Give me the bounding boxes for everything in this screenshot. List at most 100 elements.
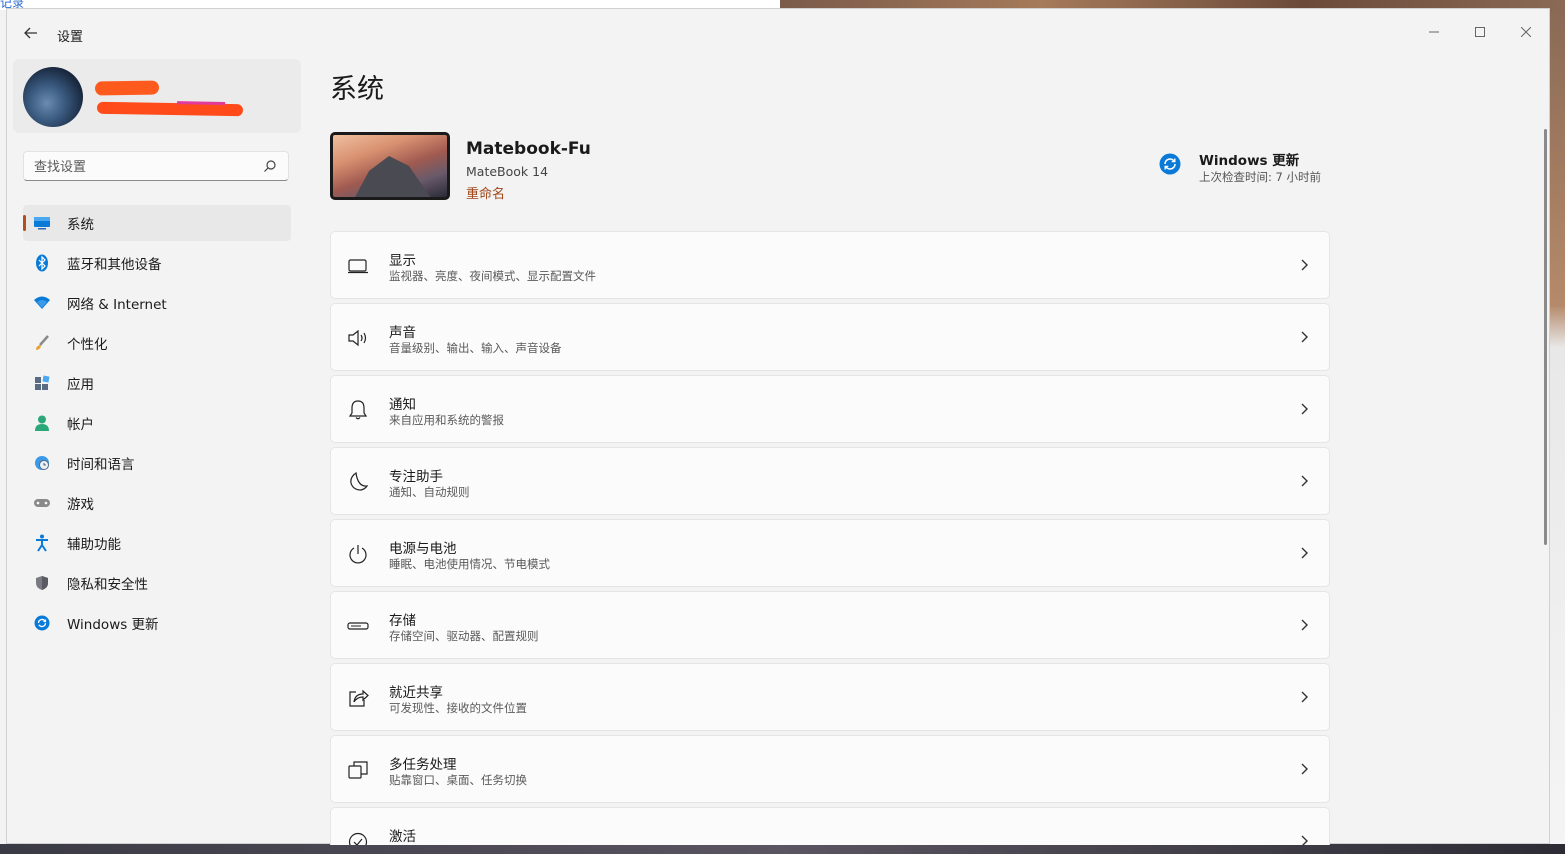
sidebar-item-windows-update[interactable]: Windows 更新: [23, 605, 291, 641]
card-activation[interactable]: 激活: [330, 807, 1330, 845]
card-multitasking[interactable]: 多任务处理 贴靠窗口、桌面、任务切换: [330, 735, 1330, 803]
device-model: MateBook 14: [466, 164, 549, 179]
avatar[interactable]: [23, 67, 83, 127]
chevron-right-icon: [1299, 690, 1309, 704]
bluetooth-icon: [33, 254, 51, 272]
maximize-icon: [1475, 27, 1485, 37]
title-bar[interactable]: 设置: [7, 9, 1549, 57]
card-subtitle: 音量级别、输出、输入、声音设备: [389, 341, 562, 355]
chevron-right-icon: [1299, 330, 1309, 344]
sidebar-item-apps[interactable]: 应用: [23, 365, 291, 401]
user-profile-card[interactable]: [13, 59, 301, 133]
card-notifications[interactable]: 通知 来自应用和系统的警报: [330, 375, 1330, 443]
shield-icon: [33, 574, 51, 592]
sidebar-item-accounts[interactable]: 帐户: [23, 405, 291, 441]
redacted-user-email: [96, 101, 244, 117]
windows-update-title: Windows 更新: [1199, 153, 1300, 169]
storage-icon: [347, 616, 369, 636]
globe-clock-icon: [33, 454, 51, 472]
share-icon: [347, 688, 369, 708]
card-focus-assist[interactable]: 专注助手 通知、自动规则: [330, 447, 1330, 515]
search-input[interactable]: [24, 152, 266, 182]
sidebar-item-gaming[interactable]: 游戏: [23, 485, 291, 521]
wifi-icon: [33, 294, 51, 312]
sidebar-item-label: 隐私和安全性: [67, 577, 148, 593]
card-storage[interactable]: 存储 存储空间、驱动器、配置规则: [330, 591, 1330, 659]
minimize-button[interactable]: [1411, 17, 1457, 47]
bell-icon: [347, 400, 369, 420]
chevron-right-icon: [1299, 546, 1309, 560]
card-title: 专注助手: [389, 469, 443, 485]
check-circle-icon: [347, 832, 369, 845]
app-title: 设置: [57, 30, 84, 45]
card-title: 显示: [389, 253, 416, 269]
sidebar-item-personalization[interactable]: 个性化: [23, 325, 291, 361]
vertical-scrollbar[interactable]: [1544, 129, 1547, 545]
chevron-right-icon: [1299, 834, 1309, 845]
accessibility-icon: [33, 534, 51, 552]
chevron-right-icon: [1299, 402, 1309, 416]
redacted-user-name: [94, 80, 160, 96]
brush-icon: [33, 334, 51, 352]
sidebar-item-bluetooth[interactable]: 蓝牙和其他设备: [23, 245, 291, 281]
card-title: 多任务处理: [389, 757, 457, 773]
chevron-right-icon: [1299, 258, 1309, 272]
card-subtitle: 监视器、亮度、夜间模式、显示配置文件: [389, 269, 596, 283]
card-title: 就近共享: [389, 685, 443, 701]
sidebar-item-system[interactable]: 系统: [23, 205, 291, 241]
sidebar-item-label: 个性化: [67, 337, 108, 353]
apps-icon: [33, 374, 51, 392]
sidebar-item-label: Windows 更新: [67, 617, 159, 633]
back-button[interactable]: [21, 23, 41, 43]
background-window-edge-right: [1550, 10, 1565, 854]
card-sound[interactable]: 声音 音量级别、输出、输入、声音设备: [330, 303, 1330, 371]
gamepad-icon: [33, 494, 51, 512]
chevron-right-icon: [1299, 762, 1309, 776]
sidebar-item-label: 蓝牙和其他设备: [67, 257, 162, 273]
card-title: 声音: [389, 325, 416, 341]
sidebar-item-accessibility[interactable]: 辅助功能: [23, 525, 291, 561]
sidebar-nav: 系统 蓝牙和其他设备 网络 & Internet 个性化 应用 帐户 时间和语言…: [23, 205, 291, 645]
chevron-right-icon: [1299, 618, 1309, 632]
card-title: 电源与电池: [389, 541, 457, 557]
card-subtitle: 睡眠、电池使用情况、节电模式: [389, 557, 550, 571]
windows-update-last-checked: 上次检查时间: 7 小时前: [1199, 170, 1322, 184]
search-box[interactable]: [23, 151, 289, 182]
chevron-right-icon: [1299, 474, 1309, 488]
card-power-battery[interactable]: 电源与电池 睡眠、电池使用情况、节电模式: [330, 519, 1330, 587]
sidebar-item-label: 时间和语言: [67, 457, 135, 473]
sidebar-item-network[interactable]: 网络 & Internet: [23, 285, 291, 321]
search-icon[interactable]: [262, 158, 278, 174]
sync-icon: [33, 614, 51, 632]
sidebar-item-label: 网络 & Internet: [67, 297, 167, 313]
display-icon: [33, 214, 51, 232]
rename-link[interactable]: 重命名: [466, 183, 505, 202]
device-wallpaper-thumbnail: [330, 132, 450, 200]
settings-card-list: 显示 监视器、亮度、夜间模式、显示配置文件 声音 音量级别、输出、输入、声音设备…: [330, 231, 1330, 845]
close-button[interactable]: [1503, 17, 1549, 47]
card-title: 激活: [389, 829, 416, 845]
maximize-button[interactable]: [1457, 17, 1503, 47]
close-icon: [1521, 27, 1531, 37]
settings-window: 设置 系统 蓝牙和其他设备: [6, 8, 1550, 845]
desktop-wallpaper-bottom: [0, 844, 1565, 854]
sync-icon: [1159, 153, 1181, 175]
card-display[interactable]: 显示 监视器、亮度、夜间模式、显示配置文件: [330, 231, 1330, 299]
minimize-icon: [1429, 31, 1439, 33]
sidebar-item-label: 游戏: [67, 497, 94, 513]
page-title: 系统: [330, 74, 384, 105]
card-title: 通知: [389, 397, 416, 413]
sidebar-item-label: 辅助功能: [67, 537, 121, 553]
speaker-icon: [347, 328, 369, 348]
back-arrow-icon: [24, 27, 37, 39]
card-nearby-sharing[interactable]: 就近共享 可发现性、接收的文件位置: [330, 663, 1330, 731]
card-subtitle: 通知、自动规则: [389, 485, 470, 499]
monitor-icon: [347, 256, 369, 276]
account-icon: [33, 414, 51, 432]
windows-update-status[interactable]: Windows 更新 上次检查时间: 7 小时前: [1159, 145, 1339, 195]
moon-icon: [347, 472, 369, 492]
card-subtitle: 存储空间、驱动器、配置规则: [389, 629, 539, 643]
sidebar-item-privacy[interactable]: 隐私和安全性: [23, 565, 291, 601]
sidebar-item-time-language[interactable]: 时间和语言: [23, 445, 291, 481]
sidebar-item-label: 系统: [67, 217, 94, 233]
